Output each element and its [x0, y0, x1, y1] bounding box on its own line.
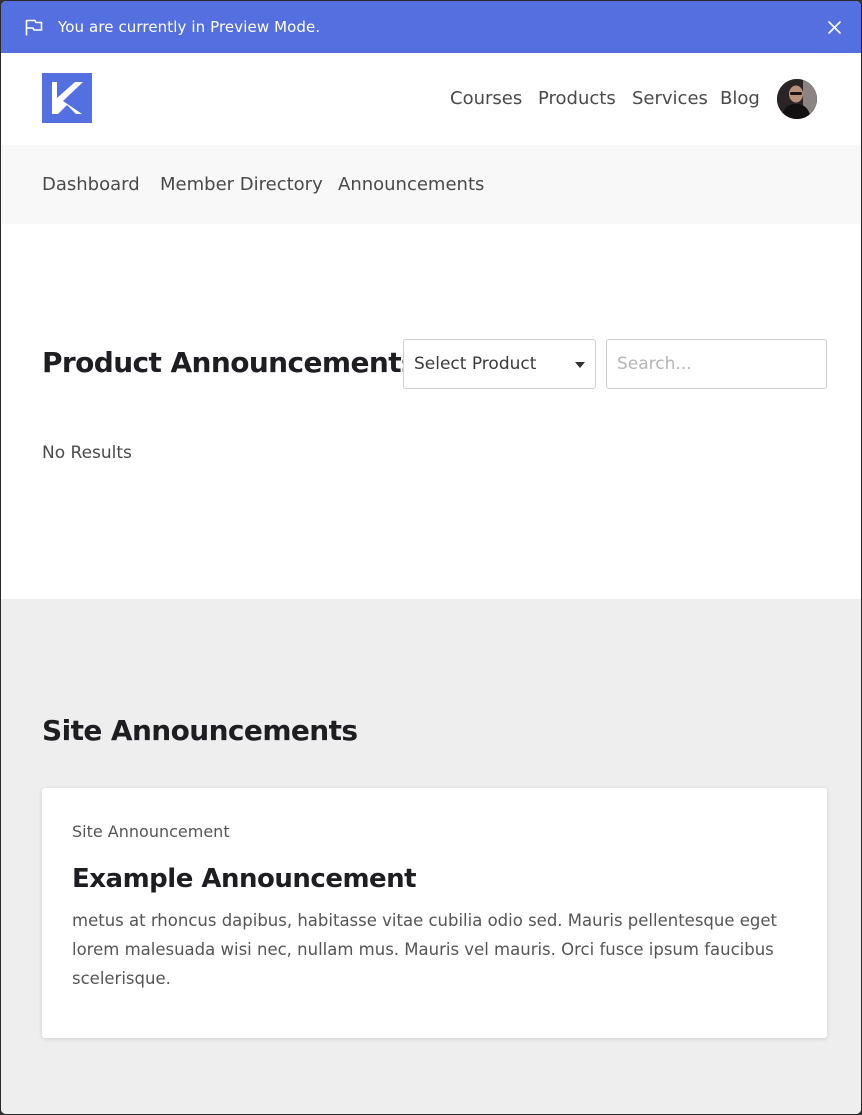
logo-mark-icon [52, 82, 83, 114]
select-product-value: Select Product [414, 354, 537, 374]
select-product-dropdown[interactable]: Select Product [403, 339, 596, 389]
subnav-member-directory[interactable]: Member Directory [160, 173, 323, 197]
announcement-type-label: Site Announcement [72, 822, 230, 841]
product-announcements-heading: Product Announcements [42, 346, 418, 379]
close-icon[interactable] [827, 20, 842, 35]
site-announcements-section: Site Announcements Site Announcement Exa… [1, 599, 861, 1114]
nav-products[interactable]: Products [538, 87, 616, 111]
browser-frame: You are currently in Preview Mode. Cours… [0, 0, 862, 1115]
subnav-dashboard[interactable]: Dashboard [42, 173, 140, 197]
flag-icon [25, 19, 43, 36]
subnav-announcements[interactable]: Announcements [338, 173, 484, 197]
site-header: Courses Products Services Blog [1, 53, 861, 145]
no-results-text: No Results [42, 443, 132, 463]
announcement-card[interactable]: Site Announcement Example Announcement m… [42, 788, 827, 1038]
kajabi-logo[interactable] [42, 73, 92, 123]
member-subnav: Dashboard Member Directory Announcements [1, 145, 861, 224]
search-input[interactable] [606, 339, 827, 389]
avatar[interactable] [777, 79, 817, 119]
site-announcements-heading: Site Announcements [42, 714, 358, 747]
nav-services[interactable]: Services [632, 87, 708, 111]
nav-courses[interactable]: Courses [450, 87, 522, 111]
announcement-body: metus at rhoncus dapibus, habitasse vita… [72, 911, 777, 988]
announcement-title: Example Announcement [72, 864, 417, 894]
preview-mode-message: You are currently in Preview Mode. [58, 18, 321, 36]
avatar-photo [777, 79, 817, 119]
caret-down-icon [575, 362, 585, 368]
preview-mode-banner: You are currently in Preview Mode. [1, 1, 861, 53]
nav-blog[interactable]: Blog [720, 87, 760, 111]
